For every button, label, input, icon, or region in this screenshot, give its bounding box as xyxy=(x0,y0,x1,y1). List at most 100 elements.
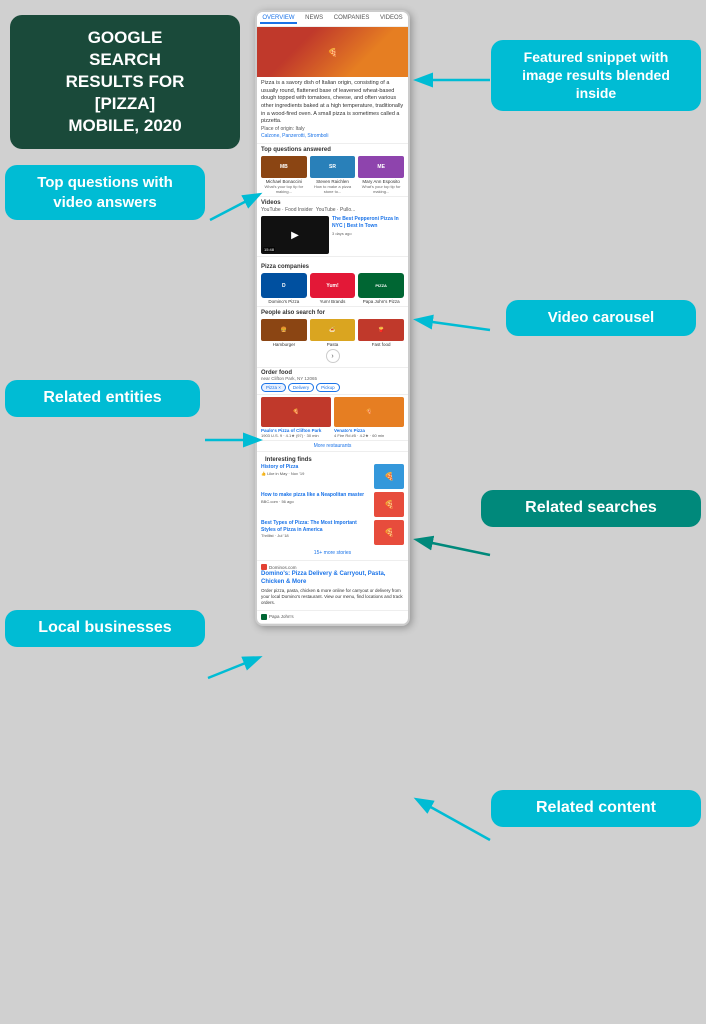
biz-info-2: 4 Fire Rd #5 · 4.2★ · 60 min xyxy=(334,433,404,438)
company-logo-2: Yum! xyxy=(310,273,356,298)
company-1: D Domino's Pizza xyxy=(261,273,307,304)
featured-snippet-bubble: Featured snippet with image results blen… xyxy=(491,40,701,111)
nav-overview: OVERVIEW xyxy=(260,14,296,24)
also-row: 🍔 Hamburger 🍝 Pasta 🍟 Fast food xyxy=(261,319,404,347)
qa-thumb-2: SR xyxy=(310,156,356,178)
video-thumb-1[interactable]: 15:48 xyxy=(261,216,329,254)
companies-row: D Domino's Pizza Yum! Yum! Brands PIZZA … xyxy=(261,273,404,304)
also-label-2: Pasta xyxy=(310,342,356,347)
qa-desc-3: What's your top tip for making... xyxy=(358,184,404,194)
order-tab-pickup[interactable]: Pickup xyxy=(316,383,340,392)
title-line3: RESULTS FOR xyxy=(66,72,185,91)
find-text-2: How to make pizza like a Neapolitan mast… xyxy=(261,492,371,504)
order-tab-pizza[interactable]: Pizza × xyxy=(261,383,286,392)
org-favicon-2 xyxy=(261,614,267,620)
find-item-3: Best Types of Pizza: The Most Important … xyxy=(261,520,404,545)
section-qa-title: Top questions answered xyxy=(257,144,408,154)
org-desc-1: Order pizza, pasta, chicken & more onlin… xyxy=(261,588,404,607)
interesting-finds-title: Interesting finds xyxy=(261,454,404,464)
company-logo-1: D xyxy=(261,273,307,298)
video-carousel-bubble: Video carousel xyxy=(506,300,696,336)
local-businesses-label: Local businesses xyxy=(38,619,171,636)
related-entities-label: Related entities xyxy=(43,389,161,406)
also-item-1: 🍔 Hamburger xyxy=(261,319,307,347)
biz-item-2: 🍕 Venato's Pizza 4 Fire Rd #5 · 4.2★ · 6… xyxy=(334,397,404,438)
order-tab-delivery[interactable]: Delivery xyxy=(288,383,314,392)
find-text-1: History of Pizza 👍 Like in May · Nov '19 xyxy=(261,464,371,476)
order-location: near Clifton Park, NY 12065 xyxy=(261,376,404,381)
company-name-1: Domino's Pizza xyxy=(261,299,307,304)
businesses-section: 🍕 Paulo's Pizza of Clifton Park 1903 U.S… xyxy=(257,395,408,441)
also-item-3: 🍟 Fast food xyxy=(358,319,404,347)
find-text-3: Best Types of Pizza: The Most Important … xyxy=(261,520,371,538)
questions-label: Top questions with video answers xyxy=(37,174,173,211)
more-circle[interactable]: › xyxy=(326,349,340,363)
snippet-categories: Calzone, Panzerotti, Stromboli xyxy=(261,133,404,140)
nav-videos: VIDEOS xyxy=(378,14,405,24)
more-about-pizza[interactable]: › xyxy=(261,347,404,365)
title-line1: GOOGLE xyxy=(88,28,163,47)
qa-item-2: SR Steven Raichlen How to make a pizza s… xyxy=(310,156,356,194)
companies-section: D Domino's Pizza Yum! Yum! Brands PIZZA … xyxy=(257,271,408,307)
phone-mockup: OVERVIEW NEWS COMPANIES VIDEOS 🍕 Pizza i… xyxy=(255,10,410,626)
title-bubble: GOOGLE SEARCH RESULTS FOR [PIZZA] MOBILE… xyxy=(10,15,240,149)
qa-desc-2: How to make a pizza stone to... xyxy=(310,184,356,194)
also-thumb-2: 🍝 xyxy=(310,319,356,341)
video-title-1: The Best Pepperoni Pizza In NYC | Best I… xyxy=(332,216,404,229)
find-title-2: How to make pizza like a Neapolitan mast… xyxy=(261,492,371,499)
company-logo-3: PIZZA xyxy=(358,273,404,298)
org-source-1: Dominos.com xyxy=(261,564,404,570)
featured-snippet: Pizza is a savory dish of Italian origin… xyxy=(257,77,408,144)
more-restaurants[interactable]: More restaurants xyxy=(257,441,408,452)
biz-img-2: 🍕 xyxy=(334,397,404,427)
find-img-3: 🍕 xyxy=(374,520,404,545)
people-also-section: 🍔 Hamburger 🍝 Pasta 🍟 Fast food › xyxy=(257,317,408,368)
qa-thumb-3: ME xyxy=(358,156,404,178)
company-2: Yum! Yum! Brands xyxy=(310,273,356,304)
qa-thumb-1: MB xyxy=(261,156,307,178)
section-companies-title: Pizza companies xyxy=(257,261,408,271)
company-3: PIZZA Papa John's Pizza xyxy=(358,273,404,304)
find-source-3: Thrillist · Jul '18 xyxy=(261,533,371,538)
find-source-1: 👍 Like in May · Nov '19 xyxy=(261,471,371,476)
related-searches-label: Related searches xyxy=(525,499,657,516)
qa-item-1: MB Michael Bonaccini What's your top tip… xyxy=(261,156,307,194)
qa-desc-1: What's your top tip for making... xyxy=(261,184,307,194)
more-stories[interactable]: 15+ more stories xyxy=(261,548,404,558)
also-thumb-1: 🍔 xyxy=(261,319,307,341)
nav-companies: COMPANIES xyxy=(332,14,372,24)
questions-bubble: Top questions with video answers xyxy=(5,165,205,220)
title-line2: SEARCH xyxy=(89,50,161,69)
biz-info-1: 1903 U.S. 9 · 4.1★ (97) · 30 min xyxy=(261,433,331,438)
also-label-1: Hamburger xyxy=(261,342,307,347)
page-container: OVERVIEW NEWS COMPANIES VIDEOS 🍕 Pizza i… xyxy=(0,0,706,1024)
section-people-also-title: People also search for xyxy=(257,307,408,317)
org-favicon-1 xyxy=(261,564,267,570)
find-img-1: 🍕 xyxy=(374,464,404,489)
snippet-text: Pizza is a savory dish of Italian origin… xyxy=(261,80,404,126)
org-title-1[interactable]: Domino's: Pizza Delivery & Carryout, Pas… xyxy=(261,571,404,587)
serp-nav: OVERVIEW NEWS COMPANIES VIDEOS xyxy=(257,12,408,27)
biz-item-1: 🍕 Paulo's Pizza of Clifton Park 1903 U.S… xyxy=(261,397,331,438)
related-searches-bubble: Related searches xyxy=(481,490,701,527)
video-time-1: 15:48 xyxy=(263,247,275,252)
company-name-2: Yum! Brands xyxy=(310,299,356,304)
find-item-1: History of Pizza 👍 Like in May · Nov '19… xyxy=(261,464,404,489)
company-name-3: Papa John's Pizza xyxy=(358,299,404,304)
video-carousel-label: Video carousel xyxy=(548,309,654,326)
title-line4: [PIZZA] xyxy=(95,94,155,113)
related-content-bubble: Related content xyxy=(491,790,701,827)
find-title-3: Best Types of Pizza: The Most Important … xyxy=(261,520,371,533)
videos-row: 15:48 The Best Pepperoni Pizza In NYC | … xyxy=(257,214,408,257)
find-source-2: BBC.com · 56 ago xyxy=(261,499,371,504)
interesting-finds-section: Interesting finds History of Pizza 👍 Lik… xyxy=(257,452,408,561)
video-sources: YouTube · Food Insider YouTube · Pullo..… xyxy=(257,207,408,213)
related-content-label: Related content xyxy=(536,799,656,816)
order-food-section: Order food near Clifton Park, NY 12065 P… xyxy=(257,368,408,395)
section-videos-title: Videos xyxy=(257,197,408,207)
biz-img-1: 🍕 xyxy=(261,397,331,427)
qa-item-3: ME Mary Ann Esposito What's your top tip… xyxy=(358,156,404,194)
pizza-image: 🍕 xyxy=(257,27,408,77)
title-line5: MOBILE, 2020 xyxy=(68,116,181,135)
nav-news: NEWS xyxy=(303,14,325,24)
